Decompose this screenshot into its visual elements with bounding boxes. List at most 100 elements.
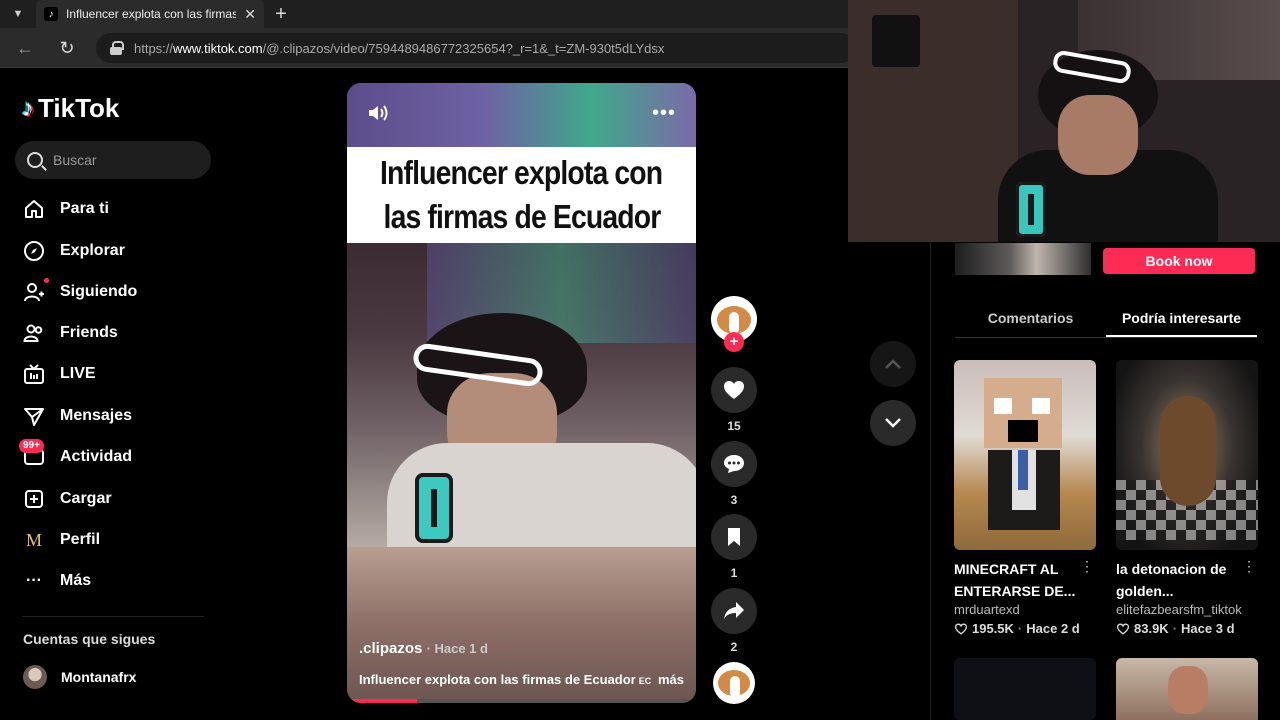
like-count: 15 — [727, 419, 741, 433]
search-box[interactable] — [15, 141, 211, 179]
following-icon — [22, 278, 49, 304]
sidebar-item-actividad[interactable]: 99+ Actividad — [19, 439, 133, 471]
sidebar-item-mensajes[interactable]: Mensajes — [22, 402, 132, 430]
tiktok-logo[interactable]: ♪ TikTok — [22, 93, 119, 124]
share-action[interactable]: 2 — [711, 588, 757, 654]
sidebar-item-label: Perfil — [60, 531, 101, 548]
video-title-banner: Influencer explota con las firmas de Ecu… — [347, 147, 696, 243]
banner-line-2: las firmas de Ecuador — [383, 198, 661, 235]
activity-icon: 99+ — [19, 439, 46, 469]
volume-icon[interactable] — [367, 103, 391, 123]
lock-icon — [110, 41, 124, 55]
card-options-icon[interactable]: ⋮ — [1080, 558, 1094, 575]
reload-icon[interactable]: ↻ — [56, 37, 78, 59]
video-progress-bar[interactable] — [347, 699, 696, 703]
post-time: · Hace 1 d — [426, 641, 488, 656]
chevron-down-icon — [885, 418, 901, 428]
video-thumbnail[interactable] — [1116, 360, 1258, 550]
browser-tab[interactable]: ♪ Influencer explota con las firmas de E… — [36, 0, 264, 28]
compass-icon — [22, 239, 46, 263]
comment-count: 3 — [730, 493, 738, 507]
search-icon — [27, 152, 43, 168]
share-icon[interactable] — [711, 588, 757, 634]
video-author[interactable]: .clipazos · Hace 1 d — [359, 640, 488, 657]
card-author[interactable]: mrduartexd — [954, 602, 1096, 617]
heart-outline-icon — [954, 623, 968, 635]
recommended-video-card[interactable]: la detonacion de golden... ⋮ elitefazbea… — [1116, 360, 1258, 636]
video-options-icon[interactable]: ••• — [652, 103, 676, 123]
caption-tag: EC — [638, 676, 652, 686]
recommended-video-thumbnail[interactable] — [1116, 658, 1258, 720]
bookmark-icon[interactable] — [711, 514, 757, 560]
profile-icon: M — [25, 529, 42, 550]
previous-video-button[interactable] — [870, 341, 916, 387]
card-author[interactable]: elitefazbearsfm_tiktok — [1116, 602, 1258, 617]
close-tab-icon[interactable]: ✕ — [244, 6, 256, 23]
sidebar-item-cargar[interactable]: Cargar — [22, 485, 112, 513]
author-name[interactable]: .clipazos — [359, 640, 422, 657]
sidebar-item-siguiendo[interactable]: Siguiendo — [22, 278, 137, 306]
new-tab-button[interactable]: + — [270, 3, 292, 25]
right-tabs: Comentarios Podría interesarte — [955, 304, 1257, 338]
following-section-title: Cuentas que sigues — [23, 631, 156, 647]
sidebar-item-label: LIVE — [60, 365, 96, 382]
tiktok-favicon-icon: ♪ — [44, 7, 58, 21]
more-dots-icon: ··· — [26, 572, 42, 589]
sidebar-item-label: Mensajes — [60, 407, 133, 424]
browser-tab-bar: ▼ ♪ Influencer explota con las firmas de… — [0, 0, 850, 28]
card-meta: 83.9K · Hace 3 d — [1116, 621, 1258, 636]
sidebar-item-label: Actividad — [60, 448, 133, 465]
video-player[interactable]: ••• Influencer explota con las firmas de… — [347, 83, 696, 703]
save-action[interactable]: 1 — [711, 514, 757, 580]
activity-badge: 99+ — [19, 439, 44, 453]
card-time: Hace 3 d — [1181, 621, 1235, 636]
caption-more-link[interactable]: más — [658, 672, 684, 687]
sidebar-item-live[interactable]: LIVE — [22, 360, 96, 388]
search-input[interactable] — [53, 152, 193, 168]
follow-plus-button[interactable]: + — [724, 332, 744, 352]
avatar — [23, 665, 47, 689]
comment-action[interactable]: 3 — [711, 441, 757, 507]
url-field[interactable]: https://www.tiktok.com/@.clipazos/video/… — [96, 33, 856, 63]
video-caption: Influencer explota con las firmas de Ecu… — [359, 672, 684, 687]
card-title[interactable]: la detonacion de golden... — [1116, 558, 1240, 602]
recommended-video-card[interactable]: MINECRAFT AL ENTERARSE DE... ⋮ mrduartex… — [954, 360, 1096, 636]
book-now-button[interactable]: Book now — [1103, 248, 1255, 274]
tab-podria-interesarte[interactable]: Podría interesarte — [1106, 304, 1257, 337]
comment-icon[interactable] — [711, 441, 757, 487]
card-time: Hace 2 d — [1026, 621, 1080, 636]
sidebar-item-para-ti[interactable]: Para ti — [22, 195, 109, 223]
address-bar-row: ← ↻ https://www.tiktok.com/@.clipazos/vi… — [0, 28, 856, 68]
sound-disc-avatar[interactable] — [713, 662, 755, 704]
messages-icon — [22, 404, 46, 428]
heart-outline-icon — [1116, 623, 1130, 635]
tab-list-chevron-icon[interactable]: ▼ — [6, 4, 30, 24]
card-title[interactable]: MINECRAFT AL ENTERARSE DE... — [954, 558, 1078, 602]
recommended-video-thumbnail[interactable] — [954, 658, 1096, 720]
save-count: 1 — [730, 566, 738, 580]
sidebar-item-mas[interactable]: ··· Más — [22, 567, 91, 595]
ad-thumbnail[interactable] — [955, 243, 1091, 275]
notification-dot — [44, 278, 49, 283]
video-thumbnail[interactable] — [954, 360, 1096, 550]
card-options-icon[interactable]: ⋮ — [1242, 558, 1256, 575]
sidebar-item-friends[interactable]: Friends — [22, 319, 118, 347]
like-action[interactable]: 15 — [711, 367, 757, 433]
sidebar-item-perfil[interactable]: M Perfil — [22, 526, 100, 554]
tab-comentarios[interactable]: Comentarios — [955, 304, 1106, 337]
following-user-item[interactable]: Montanafrx — [23, 665, 136, 689]
webcam-overlay — [848, 0, 1280, 242]
next-video-button[interactable] — [870, 400, 916, 446]
sidebar-item-explorar[interactable]: Explorar — [22, 237, 125, 265]
logo-text: TikTok — [38, 93, 120, 123]
card-meta: 195.5K · Hace 2 d — [954, 621, 1096, 636]
tab-title: Influencer explota con las firmas de Ecu… — [66, 7, 237, 21]
heart-icon[interactable] — [711, 367, 757, 413]
sidebar: ♪ TikTok Para ti Explorar Siguiendo Frie… — [0, 68, 226, 720]
chevron-up-icon — [885, 359, 901, 369]
sidebar-item-label: Friends — [60, 324, 118, 341]
video-progress-fill — [347, 699, 417, 703]
sidebar-item-label: Explorar — [60, 242, 125, 259]
video-frame — [347, 243, 696, 547]
back-arrow-icon[interactable]: ← — [14, 37, 36, 59]
